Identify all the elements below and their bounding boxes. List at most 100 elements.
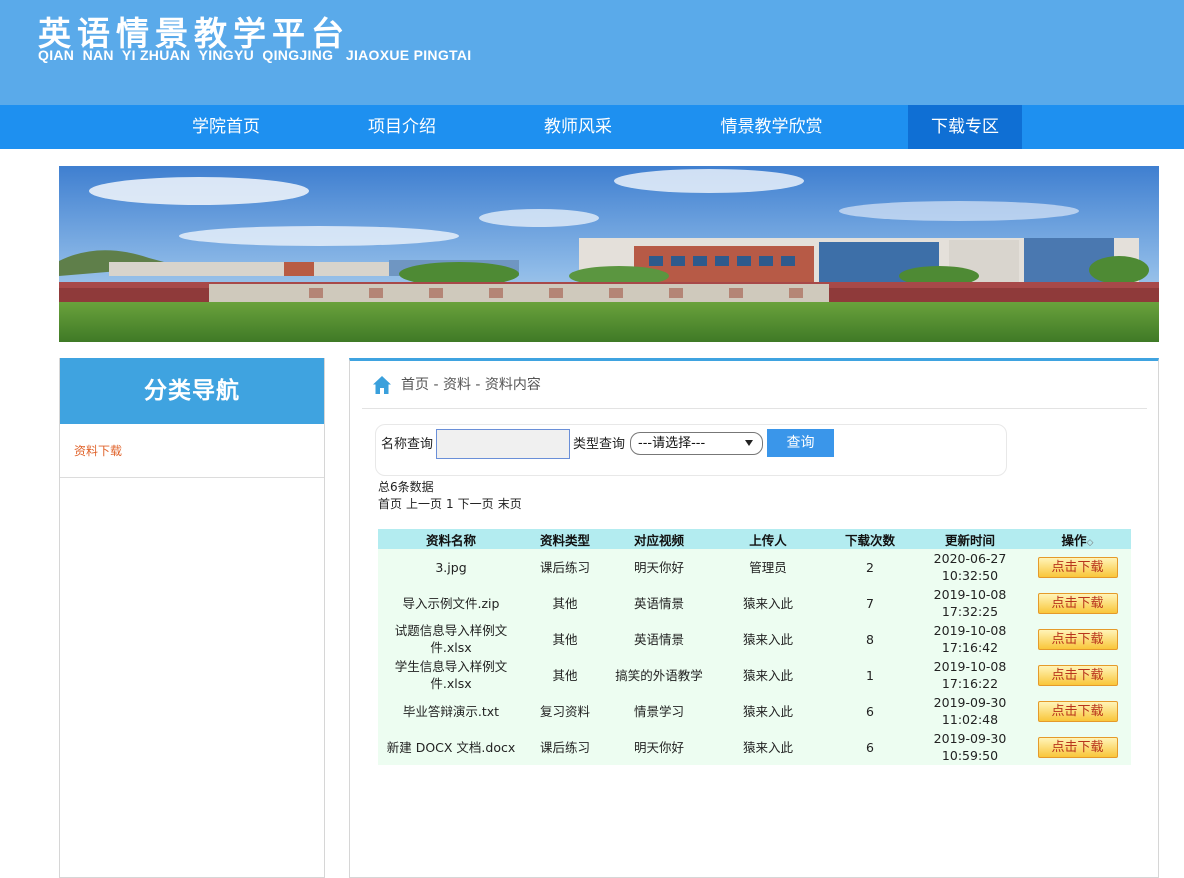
nav-item-project-intro[interactable]: 项目介绍 xyxy=(348,105,456,149)
category-sidebar: 分类导航 资料下载 xyxy=(59,358,325,878)
main-nav: 学院首页 项目介绍 教师风采 情景教学欣赏 下载专区 xyxy=(0,105,1184,149)
cell-uploader: 猿来入此 xyxy=(712,729,824,765)
table-row: 导入示例文件.zip 其他 英语情景 猿来入此 7 2019-10-08 17:3… xyxy=(378,585,1131,621)
col-header-video: 对应视频 xyxy=(606,529,712,549)
col-header-uploader: 上传人 xyxy=(712,529,824,549)
query-button[interactable]: 查询 xyxy=(767,429,834,457)
name-query-label: 名称查询 xyxy=(381,437,434,452)
cell-time: 17:32:25 xyxy=(941,604,999,619)
cell-video: 英语情景 xyxy=(606,585,712,621)
cell-type: 其他 xyxy=(524,621,606,657)
type-query-selected: ---请选择--- xyxy=(638,436,706,451)
cell-updated: 2020-06-27 10:32:50 xyxy=(916,549,1024,585)
cell-time: 17:16:42 xyxy=(941,640,999,655)
cell-date: 2019-10-08 xyxy=(933,623,1007,638)
pager-first[interactable]: 首页 xyxy=(378,497,402,511)
cell-uploader: 管理员 xyxy=(712,549,824,585)
cell-time: 10:32:50 xyxy=(941,568,999,583)
site-subtitle: QIAN NAN YI ZHUAN YINGYU QINGJING JIAOXU… xyxy=(38,47,472,63)
cell-type: 复习资料 xyxy=(524,693,606,729)
cell-name: 新建 DOCX 文档.docx xyxy=(378,729,524,765)
cell-date: 2019-10-08 xyxy=(933,659,1007,674)
cell-action: 点击下载 xyxy=(1024,657,1131,693)
cell-action: 点击下载 xyxy=(1024,693,1131,729)
cell-time: 11:02:48 xyxy=(941,712,999,727)
nav-item-downloads[interactable]: 下载专区 xyxy=(908,105,1022,149)
cell-downloads: 2 xyxy=(824,549,916,585)
cell-type: 其他 xyxy=(524,585,606,621)
cell-video: 情景学习 xyxy=(606,693,712,729)
table-row: 新建 DOCX 文档.docx 课后练习 明天你好 猿来入此 6 2019-09… xyxy=(378,729,1131,765)
cell-uploader: 猿来入此 xyxy=(712,621,824,657)
cell-name: 学生信息导入样例文件.xlsx xyxy=(378,657,524,693)
cell-downloads: 7 xyxy=(824,585,916,621)
cell-action: 点击下载 xyxy=(1024,621,1131,657)
cell-type: 其他 xyxy=(524,657,606,693)
cell-updated: 2019-10-08 17:32:25 xyxy=(916,585,1024,621)
table-header-row: 资料名称 资料类型 对应视频 上传人 下载次数 更新时间 操作◇ xyxy=(378,529,1131,549)
nav-item-scenario-teaching[interactable]: 情景教学欣赏 xyxy=(700,105,843,149)
pagination: 首页 上一页 1 下一页 末页 xyxy=(378,496,526,512)
download-button[interactable]: 点击下载 xyxy=(1037,592,1118,614)
nav-item-home[interactable]: 学院首页 xyxy=(172,105,280,149)
cell-action: 点击下载 xyxy=(1024,729,1131,765)
download-button[interactable]: 点击下载 xyxy=(1037,556,1118,578)
download-button[interactable]: 点击下载 xyxy=(1037,736,1118,758)
breadcrumb: 首页 - 资料 - 资料内容 xyxy=(362,373,1147,409)
download-button[interactable]: 点击下载 xyxy=(1037,628,1118,650)
cell-downloads: 8 xyxy=(824,621,916,657)
cell-type: 课后练习 xyxy=(524,729,606,765)
col-header-updated: 更新时间 xyxy=(916,529,1024,549)
download-button[interactable]: 点击下载 xyxy=(1037,700,1118,722)
pager-last[interactable]: 末页 xyxy=(498,497,522,511)
sort-icon: ◇ xyxy=(1086,537,1094,548)
cell-date: 2019-09-30 xyxy=(933,731,1007,746)
col-header-name: 资料名称 xyxy=(378,529,524,549)
pager-prev[interactable]: 上一页 xyxy=(406,497,442,511)
pager-next[interactable]: 下一页 xyxy=(458,497,494,511)
sidebar-heading: 分类导航 xyxy=(60,358,324,424)
cell-name: 导入示例文件.zip xyxy=(378,585,524,621)
sidebar-item-downloads[interactable]: 资料下载 xyxy=(60,424,324,478)
main-content: 首页 - 资料 - 资料内容 名称查询 类型查询 ---请选择--- 查询 总6… xyxy=(349,358,1159,878)
cell-time: 17:16:22 xyxy=(941,676,999,691)
type-query-select[interactable]: ---请选择--- xyxy=(630,432,763,455)
download-button[interactable]: 点击下载 xyxy=(1037,664,1118,686)
cell-uploader: 猿来入此 xyxy=(712,585,824,621)
search-form: 名称查询 类型查询 ---请选择--- 查询 xyxy=(375,424,1007,476)
cell-updated: 2019-10-08 17:16:42 xyxy=(916,621,1024,657)
cell-updated: 2019-10-08 17:16:22 xyxy=(916,657,1024,693)
name-query-input[interactable] xyxy=(436,429,570,459)
nav-item-teachers[interactable]: 教师风采 xyxy=(524,105,632,149)
cell-video: 英语情景 xyxy=(606,621,712,657)
cell-video: 搞笑的外语教学 xyxy=(606,657,712,693)
pager-current: 1 xyxy=(446,497,454,511)
col-header-downloads: 下载次数 xyxy=(824,529,916,549)
cell-name: 毕业答辩演示.txt xyxy=(378,693,524,729)
cell-downloads: 1 xyxy=(824,657,916,693)
cell-action: 点击下载 xyxy=(1024,549,1131,585)
cell-uploader: 猿来入此 xyxy=(712,657,824,693)
site-header: 英语情景教学平台 QIAN NAN YI ZHUAN YINGYU QINGJI… xyxy=(0,0,1184,105)
cell-type: 课后练习 xyxy=(524,549,606,585)
col-header-type: 资料类型 xyxy=(524,529,606,549)
cell-downloads: 6 xyxy=(824,729,916,765)
cell-date: 2019-09-30 xyxy=(933,695,1007,710)
table-row: 毕业答辩演示.txt 复习资料 情景学习 猿来入此 6 2019-09-30 11… xyxy=(378,693,1131,729)
cell-action: 点击下载 xyxy=(1024,585,1131,621)
cell-uploader: 猿来入此 xyxy=(712,693,824,729)
cell-time: 10:59:50 xyxy=(941,748,999,763)
cell-name: 试题信息导入样例文件.xlsx xyxy=(378,621,524,657)
col-header-action[interactable]: 操作◇ xyxy=(1024,529,1131,549)
chevron-down-icon xyxy=(745,440,753,446)
table-row: 学生信息导入样例文件.xlsx 其他 搞笑的外语教学 猿来入此 1 2019-1… xyxy=(378,657,1131,693)
cell-name: 3.jpg xyxy=(378,549,524,585)
col-header-action-label: 操作 xyxy=(1061,532,1087,548)
cell-video: 明天你好 xyxy=(606,549,712,585)
cell-video: 明天你好 xyxy=(606,729,712,765)
cell-date: 2020-06-27 xyxy=(933,551,1007,566)
materials-table: 资料名称 资料类型 对应视频 上传人 下载次数 更新时间 操作◇ 3.jpg 课… xyxy=(378,529,1131,765)
table-row: 试题信息导入样例文件.xlsx 其他 英语情景 猿来入此 8 2019-10-0… xyxy=(378,621,1131,657)
home-icon[interactable] xyxy=(372,375,392,395)
cell-downloads: 6 xyxy=(824,693,916,729)
